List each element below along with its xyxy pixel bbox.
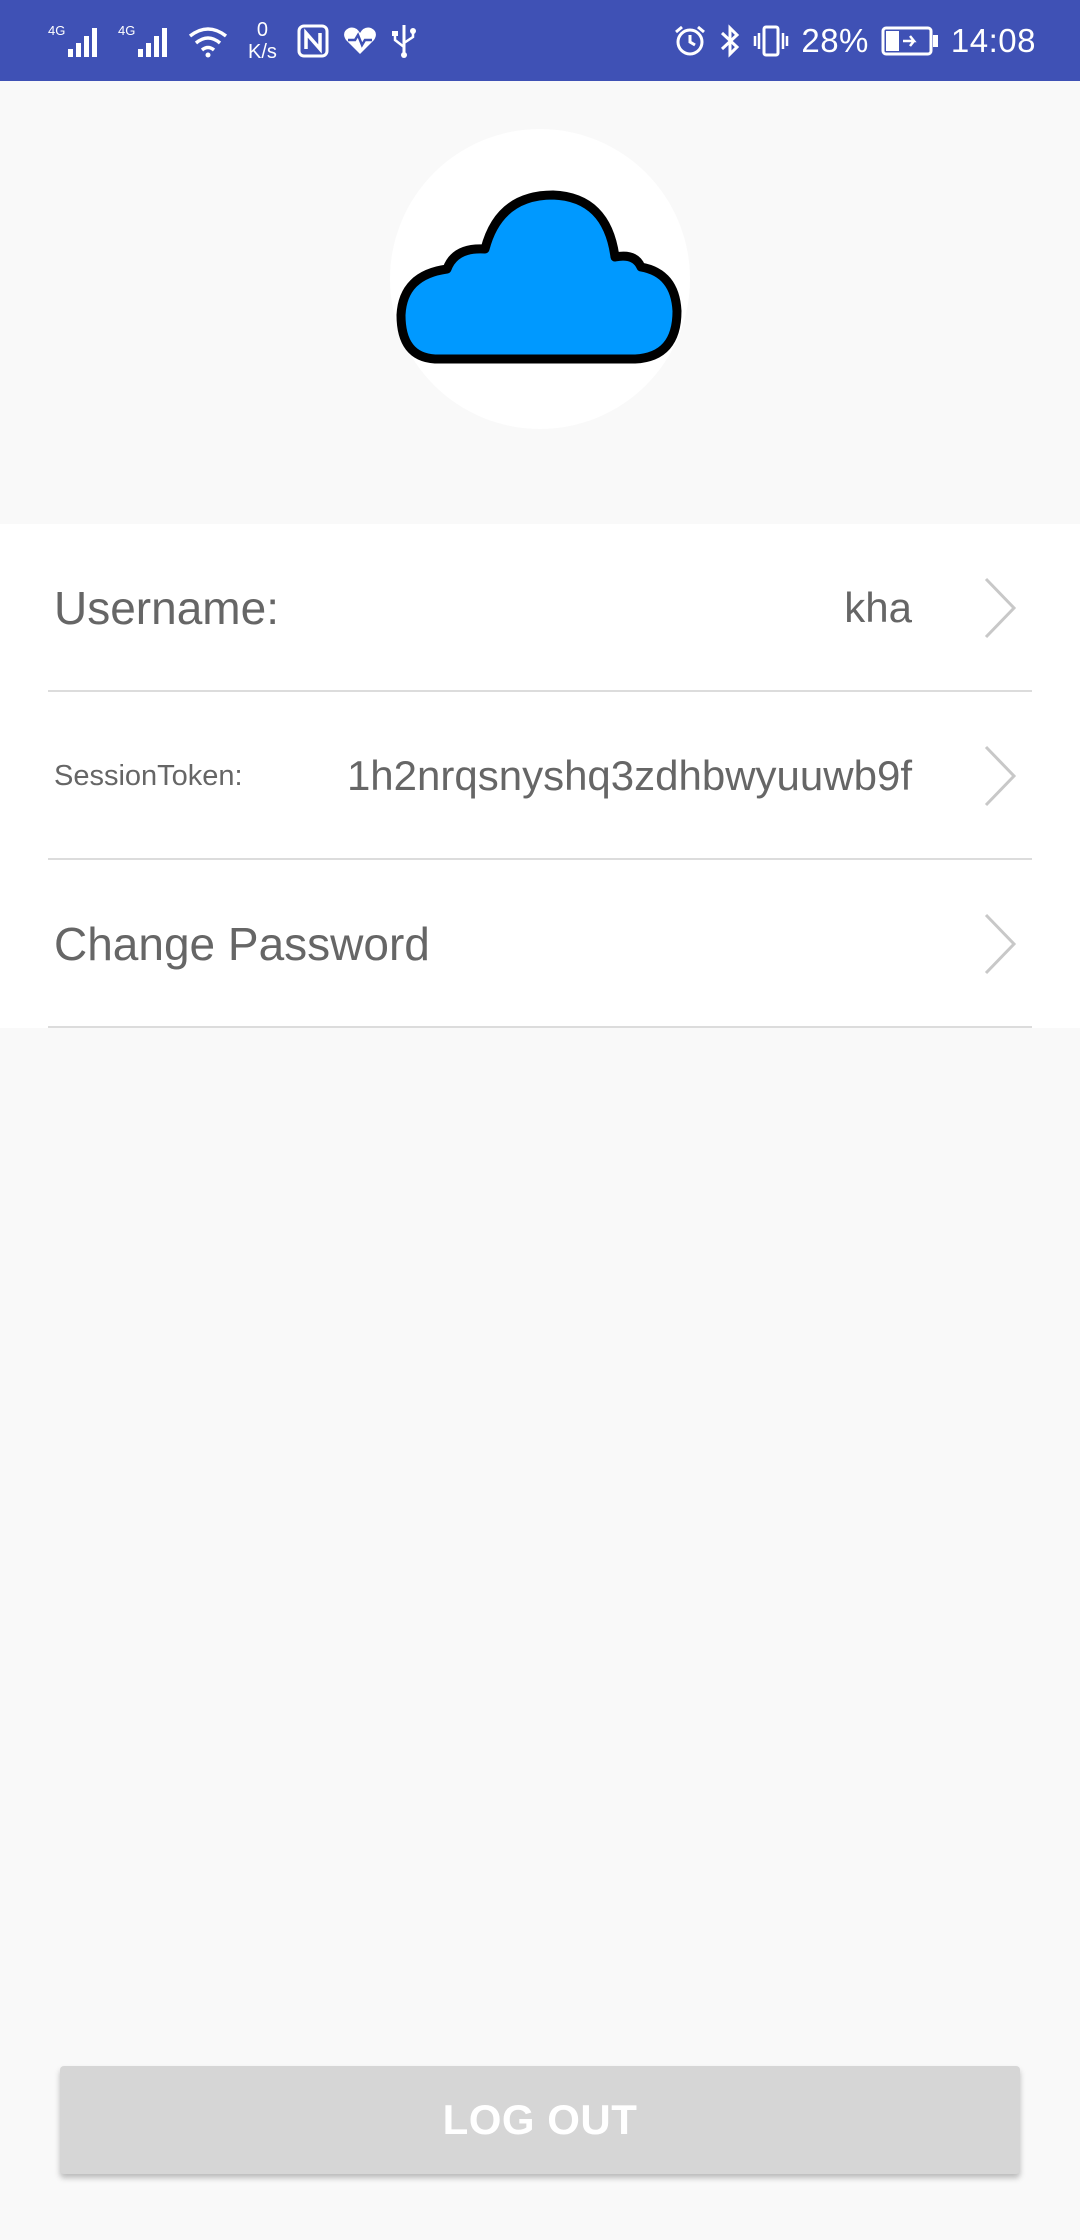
profile-header bbox=[0, 81, 1080, 524]
network-speed: 0 K/s bbox=[248, 19, 277, 63]
avatar[interactable] bbox=[390, 129, 690, 429]
change-password-label: Change Password bbox=[54, 918, 430, 970]
svg-text:4G: 4G bbox=[48, 23, 65, 38]
cloud-icon bbox=[395, 187, 685, 372]
nfc-icon bbox=[297, 24, 329, 58]
network-speed-value: 0 bbox=[256, 18, 269, 41]
wifi-icon bbox=[188, 24, 228, 58]
status-bar: 4G 4G 0 K/s 28% 14:08 bbox=[0, 0, 1080, 81]
clock: 14:08 bbox=[950, 21, 1036, 59]
heart-icon bbox=[343, 26, 377, 56]
signal-icon: 4G bbox=[48, 23, 104, 59]
battery-percent: 28% bbox=[801, 21, 869, 59]
account-list: Username: kha SessionToken: 1h2nrqsnyshq… bbox=[0, 524, 1080, 1028]
usb-icon bbox=[391, 23, 417, 59]
session-token-value: 1h2nrqsnyshq3zdhbwyuuwb9f bbox=[346, 752, 912, 799]
chevron-right-icon bbox=[982, 524, 1018, 692]
chevron-right-icon bbox=[982, 692, 1018, 860]
chevron-right-icon bbox=[982, 860, 1018, 1028]
session-token-row[interactable]: SessionToken: 1h2nrqsnyshq3zdhbwyuuwb9f bbox=[0, 692, 1080, 860]
username-label: Username: bbox=[54, 582, 279, 634]
status-bar-right: 28% 14:08 bbox=[673, 0, 1036, 81]
vibrate-icon bbox=[753, 24, 789, 58]
svg-text:4G: 4G bbox=[118, 23, 135, 38]
username-value: kha bbox=[844, 584, 912, 631]
network-speed-unit: K/s bbox=[248, 40, 277, 63]
bluetooth-icon bbox=[719, 23, 741, 59]
divider bbox=[48, 1026, 1032, 1028]
status-bar-left: 4G 4G 0 K/s bbox=[48, 0, 417, 81]
change-password-row[interactable]: Change Password bbox=[0, 860, 1080, 1028]
logout-button[interactable]: LOG OUT bbox=[60, 2066, 1020, 2174]
alarm-icon bbox=[673, 24, 707, 58]
signal-icon-2: 4G bbox=[118, 23, 174, 59]
battery-icon bbox=[881, 26, 939, 56]
session-token-label: SessionToken: bbox=[54, 759, 243, 792]
username-row[interactable]: Username: kha bbox=[0, 524, 1080, 692]
